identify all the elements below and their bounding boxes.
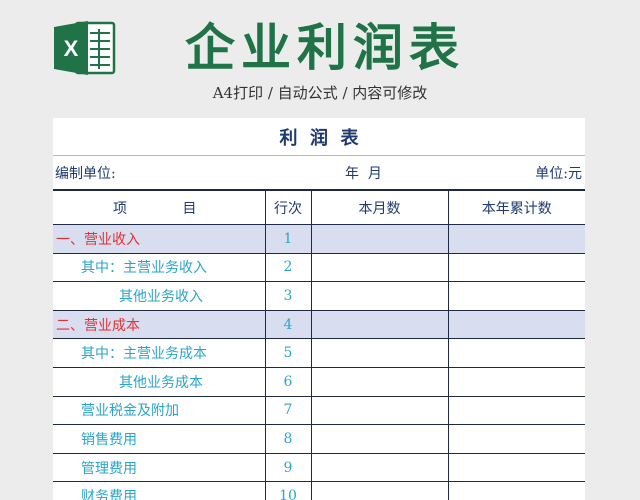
table-row: 销售费用 8 bbox=[53, 424, 585, 454]
table-row: 其他业务收入 3 bbox=[53, 281, 585, 311]
header-this-month: 本月数 bbox=[310, 190, 449, 225]
row-number[interactable]: 3 bbox=[264, 281, 312, 311]
table-row: 其中：主营业务成本 5 bbox=[53, 338, 585, 368]
table-row: 营业税金及附加 7 bbox=[53, 395, 585, 426]
row-label[interactable]: 财务费用 bbox=[53, 481, 266, 500]
cell-this-year[interactable] bbox=[447, 366, 585, 397]
header-item: 项 目 bbox=[53, 190, 266, 225]
table-row: 管理费用 9 bbox=[53, 452, 585, 483]
row-label[interactable]: 其中：主营业务成本 bbox=[53, 338, 266, 368]
row-number[interactable]: 2 bbox=[264, 252, 312, 283]
cell-this-year[interactable] bbox=[447, 224, 585, 254]
company-label: 编制单位: bbox=[55, 165, 116, 182]
banner: X 企业利润表 A4打印 / 自动公式 / 内容可修改 bbox=[0, 0, 640, 118]
sheet-title-text: 利 润 表 bbox=[279, 127, 359, 149]
cell-this-year[interactable] bbox=[447, 252, 585, 283]
row-number[interactable]: 6 bbox=[264, 366, 312, 397]
row-number[interactable]: 5 bbox=[264, 338, 312, 368]
page-subtitle: A4打印 / 自动公式 / 内容可修改 bbox=[212, 84, 428, 102]
cell-this-year[interactable] bbox=[447, 452, 585, 483]
row-label[interactable]: 其他业务收入 bbox=[53, 281, 266, 311]
header-this-year: 本年累计数 bbox=[447, 190, 585, 225]
cell-this-month[interactable] bbox=[310, 338, 449, 368]
row-number[interactable]: 8 bbox=[264, 424, 312, 454]
cell-this-year[interactable] bbox=[447, 424, 585, 454]
table-row: 其他业务成本 6 bbox=[53, 366, 585, 397]
cell-this-month[interactable] bbox=[310, 452, 449, 483]
header-item-right: 目 bbox=[182, 200, 197, 217]
cell-this-month[interactable] bbox=[310, 224, 449, 254]
row-label[interactable]: 二、营业成本 bbox=[53, 309, 266, 340]
cell-this-year[interactable] bbox=[447, 395, 585, 426]
spreadsheet: 利 润 表 编制单位: 年 月 单位:元 项 目 行次 本月数 本年累计数 一、… bbox=[53, 118, 585, 500]
table-header-row: 项 目 行次 本月数 本年累计数 bbox=[53, 190, 585, 225]
cell-this-month[interactable] bbox=[310, 395, 449, 426]
cell-this-year[interactable] bbox=[447, 281, 585, 311]
table-row: 其中：主营业务收入 2 bbox=[53, 252, 585, 283]
row-label[interactable]: 一、营业收入 bbox=[53, 224, 266, 254]
table-row: 二、营业成本 4 bbox=[53, 309, 585, 340]
row-label[interactable]: 其他业务成本 bbox=[53, 366, 266, 397]
cell-this-month[interactable] bbox=[310, 424, 449, 454]
table-row: 财务费用 10 bbox=[53, 481, 585, 500]
row-number[interactable]: 10 bbox=[264, 481, 312, 500]
cell-this-year[interactable] bbox=[447, 338, 585, 368]
row-label[interactable]: 营业税金及附加 bbox=[53, 395, 266, 426]
sheet-title: 利 润 表 bbox=[53, 118, 585, 156]
profit-table: 项 目 行次 本月数 本年累计数 一、营业收入 1 其中：主营业务收入 2 其他… bbox=[53, 190, 585, 500]
page-title: 企业利润表 bbox=[185, 18, 465, 77]
currency-unit-label: 单位:元 bbox=[535, 165, 582, 182]
cell-this-month[interactable] bbox=[310, 252, 449, 283]
cell-this-year[interactable] bbox=[447, 309, 585, 340]
meta-row: 编制单位: 年 月 单位:元 bbox=[53, 156, 585, 190]
row-label[interactable]: 其中：主营业务收入 bbox=[53, 252, 266, 283]
row-label[interactable]: 销售费用 bbox=[53, 424, 266, 454]
row-label[interactable]: 管理费用 bbox=[53, 452, 266, 483]
year-month-label: 年 月 bbox=[345, 165, 382, 182]
cell-this-month[interactable] bbox=[310, 481, 449, 500]
excel-logo-letter: X bbox=[64, 36, 79, 61]
cell-this-year[interactable] bbox=[447, 481, 585, 500]
row-number[interactable]: 7 bbox=[264, 395, 312, 426]
header-item-left: 项 bbox=[113, 200, 127, 217]
excel-icon: X bbox=[54, 21, 116, 75]
cell-this-month[interactable] bbox=[310, 309, 449, 340]
row-number[interactable]: 1 bbox=[264, 224, 312, 254]
row-number[interactable]: 9 bbox=[264, 452, 312, 483]
row-number[interactable]: 4 bbox=[264, 309, 312, 340]
cell-this-month[interactable] bbox=[310, 281, 449, 311]
table-row: 一、营业收入 1 bbox=[53, 224, 585, 254]
header-row-no: 行次 bbox=[264, 190, 312, 225]
cell-this-month[interactable] bbox=[310, 366, 449, 397]
